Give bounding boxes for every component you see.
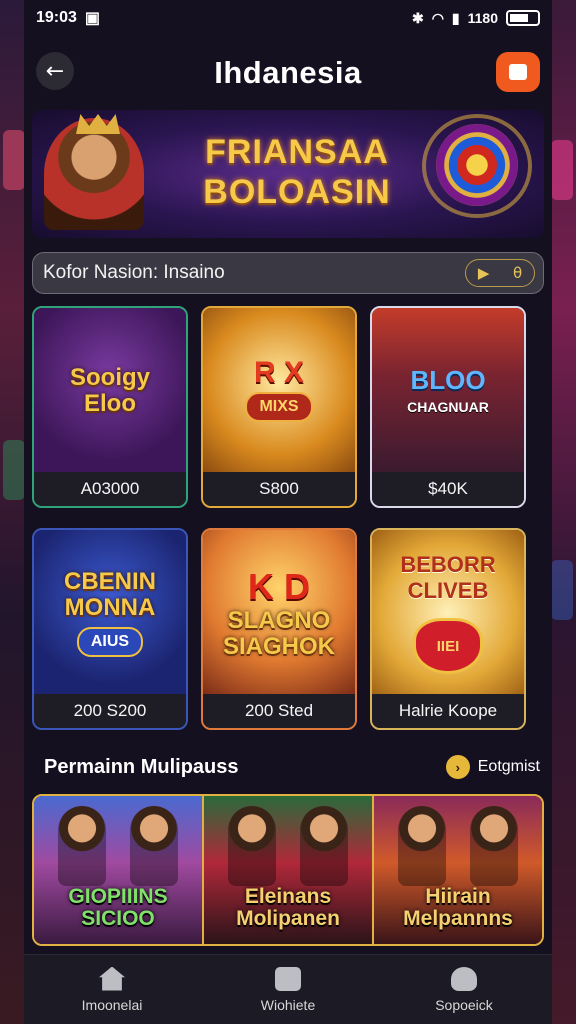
game-subtitle: Eloo [84, 390, 136, 417]
nav-item-home[interactable]: Imoonelai [42, 966, 182, 1013]
multiplayer-card[interactable]: Eleinans Molipanen [202, 796, 372, 944]
game-title: BEBORR CLIVEB [400, 552, 496, 603]
filter-icon[interactable]: θ [513, 264, 522, 282]
game-price: A03000 [34, 472, 186, 506]
game-art: Sooigy Eloo [34, 308, 186, 474]
back-button[interactable]: ← [36, 52, 74, 90]
app-icon [509, 64, 527, 80]
favorites-icon [275, 966, 301, 991]
search-actions[interactable]: ▶ θ [465, 259, 535, 287]
app-screen: 19:03 ▣ ✱ ◠ ▮ 1180 ← Ihdanesia FRIANSAA … [24, 0, 552, 1024]
multiplayer-title: Eleinans Molipanen [236, 885, 340, 930]
image-icon: ▣ [84, 10, 101, 27]
game-title: BLOO [410, 365, 486, 395]
search-label: Kofor Nasion: Insaino [43, 262, 225, 283]
banner-title-line1: FRIANSAA [205, 133, 389, 171]
wifi-icon: ◠ [431, 9, 444, 26]
search-bar[interactable]: Kofor Nasion: Insaino ▶ θ [32, 252, 544, 294]
see-more-link[interactable]: › Eotgmist [445, 755, 540, 779]
bottom-nav: Imoonelai Wiohiete Sopoeick [24, 954, 552, 1024]
backdrop-right [548, 0, 576, 1024]
support-icon [451, 966, 477, 991]
play-icon[interactable]: ▶ [478, 264, 490, 282]
game-grid: Sooigy Eloo A03000 R X MIXS S800 BLOO CH… [32, 306, 544, 730]
game-price: S800 [203, 472, 355, 506]
game-title: R X [253, 356, 304, 389]
game-art: K D SLAGNO SIAGHOK [203, 530, 355, 696]
nav-label: Wiohiete [260, 996, 316, 1013]
game-price: Halrie Koope [372, 694, 524, 728]
nav-item-favorites[interactable]: Wiohiete [218, 966, 358, 1013]
game-card[interactable]: BEBORR CLIVEB IIEI Halrie Koope [370, 528, 526, 730]
heart-icon: IIEI [413, 618, 483, 674]
arrow-left-icon: ← [45, 58, 65, 84]
roulette-wheel-icon [436, 124, 518, 206]
game-card[interactable]: CBENIN MONNA AIUS 200 S200 [32, 528, 188, 730]
game-art: CBENIN MONNA AIUS [34, 530, 186, 696]
game-price: 200 S200 [34, 694, 186, 728]
signal-icon: ▮ [451, 9, 460, 26]
battery-icon [506, 10, 540, 26]
game-subtitle: CHAGNUAR [407, 399, 489, 415]
bluetooth-icon: ✱ [411, 9, 424, 26]
game-art: BLOO CHAGNUAR [372, 308, 524, 474]
character-images [386, 806, 530, 886]
game-subtitle: IIEI [436, 637, 460, 655]
see-more-label: Eotgmist [477, 758, 540, 775]
status-bar: 19:03 ▣ ✱ ◠ ▮ 1180 [24, 0, 552, 36]
promo-banner[interactable]: FRIANSAA BOLOASIN [32, 110, 544, 238]
backdrop-light [3, 130, 25, 190]
multiplayer-title: GIOPIIINS SICIOO [68, 885, 168, 930]
game-title: K D [248, 566, 310, 607]
status-time: 19:03 [36, 9, 77, 26]
page-title: Ihdanesia [214, 55, 362, 90]
section-header: Permainn Mulipauss › Eotgmist [44, 752, 540, 782]
hero-character-image [44, 118, 144, 230]
multiplayer-card[interactable]: GIOPIIINS SICIOO [34, 796, 202, 944]
battery-label: 1180 [467, 10, 498, 26]
backdrop-light [551, 140, 573, 200]
crown-icon [76, 114, 120, 134]
multiplayer-card[interactable]: Hiirain Melpannns [372, 796, 542, 944]
section-title: Permainn Mulipauss [44, 755, 239, 778]
banner-title: FRIANSAA BOLOASIN [172, 132, 422, 212]
chevron-right-icon: › [445, 755, 470, 779]
game-art: BEBORR CLIVEB IIEI [372, 530, 524, 696]
character-images [216, 806, 360, 886]
game-art: R X MIXS [203, 308, 355, 474]
multiplayer-title: Hiirain Melpannns [403, 885, 513, 930]
nav-item-support[interactable]: Sopoeick [394, 966, 534, 1013]
backdrop-light [551, 560, 573, 620]
game-price: 200 Sted [203, 694, 355, 728]
game-card[interactable]: R X MIXS S800 [201, 306, 357, 508]
menu-button[interactable] [496, 52, 540, 92]
top-bar: ← Ihdanesia [24, 36, 552, 110]
banner-title-line2: BOLOASIN [203, 173, 391, 211]
game-title: CBENIN MONNA [63, 568, 156, 621]
game-price: $40K [372, 472, 524, 506]
backdrop-light [3, 440, 25, 500]
home-icon [99, 966, 125, 991]
nav-label: Sopoeick [435, 996, 493, 1013]
game-card[interactable]: K D SLAGNO SIAGHOK 200 Sted [201, 528, 357, 730]
game-card[interactable]: Sooigy Eloo A03000 [32, 306, 188, 508]
game-subtitle: AIUS [76, 627, 144, 657]
game-subtitle: SLAGNO SIAGHOK [222, 607, 335, 660]
multiplayer-row: GIOPIIINS SICIOO Eleinans Molipanen Hiir… [32, 794, 544, 946]
nav-label: Imoonelai [81, 996, 143, 1013]
character-images [46, 806, 190, 886]
game-subtitle: MIXS [245, 392, 313, 422]
game-title: Sooigy [69, 364, 150, 391]
game-card[interactable]: BLOO CHAGNUAR $40K [370, 306, 526, 508]
